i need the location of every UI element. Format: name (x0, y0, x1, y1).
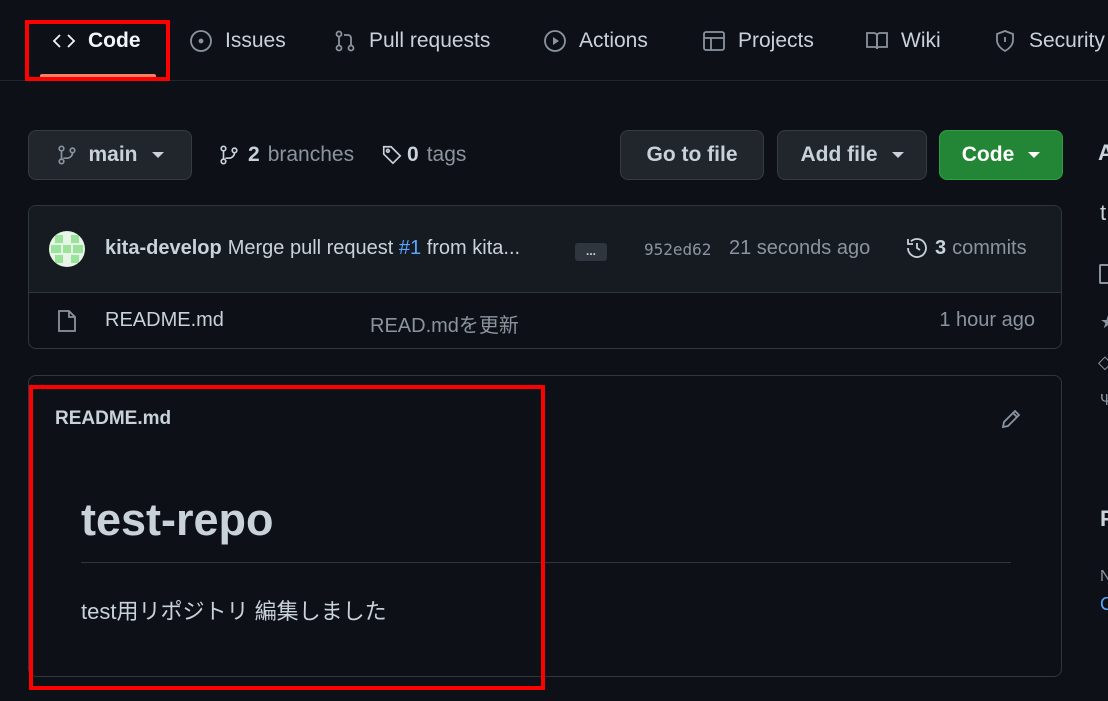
branch-icon (58, 145, 77, 165)
play-icon (544, 30, 566, 52)
sidebar-no-releases-text: N (1100, 568, 1108, 585)
fork-icon: Ψ (1100, 392, 1108, 409)
file-name-link[interactable]: README.md (105, 309, 224, 332)
sidebar-create-link[interactable]: C (1100, 594, 1108, 615)
branches-count: 2 (248, 143, 260, 166)
commit-pr-link[interactable]: #1 (399, 237, 421, 259)
tab-wiki[interactable]: Wiki (865, 22, 941, 60)
tab-issues[interactable]: Issues (189, 22, 286, 60)
file-commit-time: 1 hour ago (939, 309, 1035, 331)
add-file-label: Add file (800, 143, 878, 166)
pencil-icon[interactable] (999, 407, 1023, 431)
tab-security[interactable]: Security (993, 22, 1105, 60)
branches-link[interactable]: 2 branches (218, 140, 354, 170)
go-to-file-button[interactable]: Go to file (620, 130, 764, 180)
table-icon (703, 31, 725, 51)
book-icon (866, 32, 888, 50)
eye-icon: ◇ (1098, 352, 1108, 372)
tab-label: Security (1029, 29, 1105, 52)
readme-icon (1099, 264, 1108, 284)
commit-message-suffix[interactable]: from kita... (421, 237, 520, 259)
commit-author[interactable]: kita-develop (105, 237, 222, 259)
tags-link[interactable]: 0 tags (381, 140, 466, 170)
sidebar-description: t (1100, 200, 1107, 225)
branch-label: main (88, 143, 138, 166)
shield-icon (996, 30, 1014, 53)
sidebar-about-heading: A (1098, 140, 1108, 165)
tab-label: Pull requests (369, 29, 491, 52)
commit-time[interactable]: 21 seconds ago (729, 237, 870, 260)
latest-commit-row: kita-develop Merge pull request #1 from k… (29, 206, 1061, 293)
pull-request-icon (335, 30, 355, 52)
tab-label: Projects (738, 29, 814, 52)
tab-projects[interactable]: Projects (702, 22, 814, 60)
chevron-down-icon (1028, 152, 1041, 158)
file-commit-message[interactable]: READ.mdを更新 (370, 309, 519, 338)
sidebar-releases-heading: F (1100, 506, 1108, 531)
commit-message-prefix[interactable]: Merge pull request (228, 237, 399, 259)
branch-select-button[interactable]: main (28, 130, 192, 180)
tags-label: tags (426, 143, 467, 166)
issue-icon (190, 30, 212, 52)
star-icon: ★ (1100, 312, 1108, 333)
commits-count: 3 (935, 236, 947, 259)
add-file-button[interactable]: Add file (777, 130, 927, 180)
tab-label: Actions (579, 29, 648, 52)
tab-label: Issues (225, 29, 286, 52)
history-icon (907, 238, 927, 258)
branch-icon (220, 145, 238, 165)
branches-label: branches (267, 143, 355, 166)
code-button-label: Code (961, 143, 1015, 166)
commit-expand-button[interactable]: ... (575, 243, 607, 261)
chevron-down-icon (151, 152, 164, 158)
tag-icon (382, 145, 402, 165)
commit-summary: kita-develop Merge pull request #1 from k… (105, 237, 520, 260)
file-icon (58, 310, 76, 332)
highlight-box-readme (29, 385, 545, 690)
file-row[interactable]: README.md READ.mdを更新 1 hour ago (29, 292, 1061, 348)
go-to-file-label: Go to file (646, 143, 738, 166)
code-download-button[interactable]: Code (939, 130, 1063, 180)
commits-label: commits (952, 236, 1027, 259)
file-list-box: kita-develop Merge pull request #1 from k… (28, 205, 1062, 349)
tags-count: 0 (407, 143, 419, 166)
tab-actions[interactable]: Actions (543, 22, 648, 60)
tab-label: Wiki (901, 29, 941, 52)
chevron-down-icon (891, 152, 904, 158)
commits-history-link[interactable]: 3 commits (905, 236, 1027, 260)
tab-pull-requests[interactable]: Pull requests (333, 22, 490, 60)
commit-sha[interactable]: 952ed62 (644, 240, 711, 259)
avatar[interactable] (49, 231, 85, 267)
highlight-box-code-tab (25, 20, 170, 81)
